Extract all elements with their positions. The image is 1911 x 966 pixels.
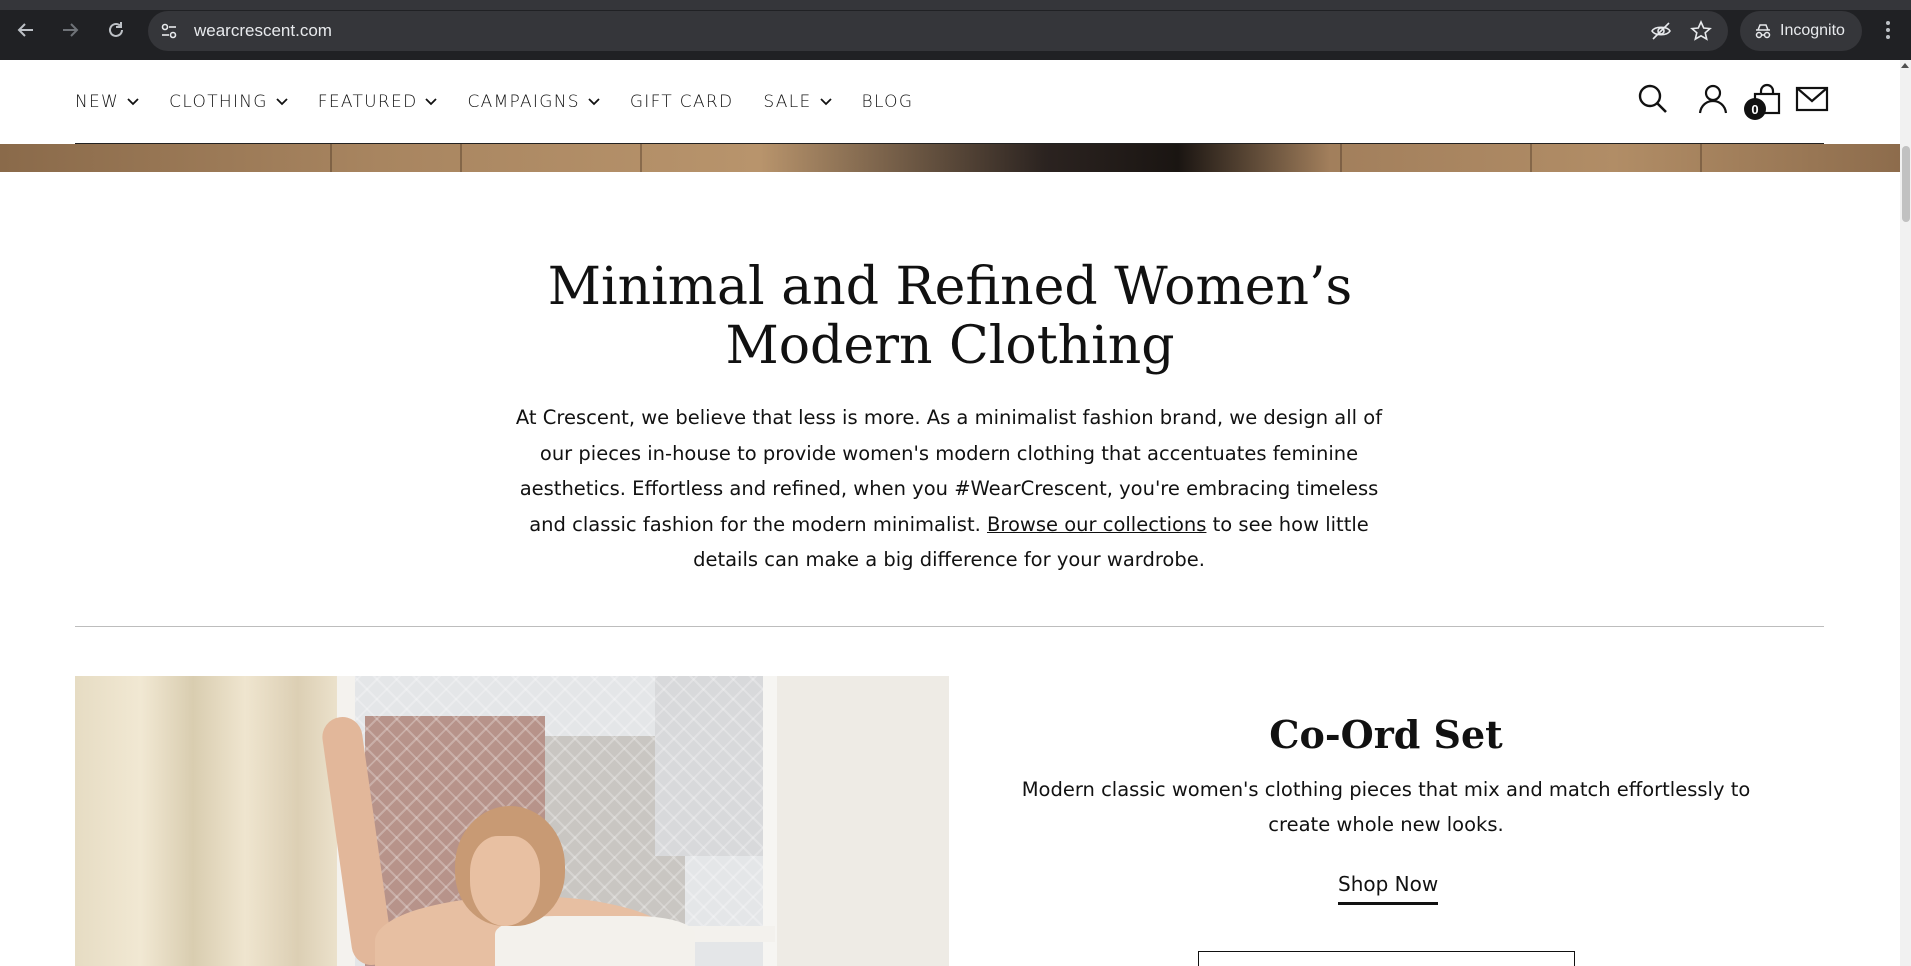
- reload-button[interactable]: [102, 16, 130, 44]
- shop-now-link[interactable]: Shop Now: [1338, 872, 1439, 905]
- nav-item-campaigns[interactable]: CAMPAIGNS: [467, 92, 600, 112]
- arrow-right-icon: [63, 23, 79, 37]
- url-text[interactable]: wearcrescent.com: [194, 21, 332, 41]
- incognito-label: Incognito: [1780, 22, 1845, 39]
- scroll-up-arrow-icon[interactable]: [1901, 63, 1909, 68]
- nav-item-label: CAMPAIGNS: [467, 92, 580, 112]
- nav-item-label: BLOG: [861, 92, 914, 112]
- hero-fold: [1340, 144, 1342, 172]
- reload-icon: [109, 22, 123, 37]
- forward-button[interactable]: [56, 16, 84, 44]
- photo-wall: [777, 676, 949, 966]
- page-title: Minimal and Refined Women’s Modern Cloth…: [450, 258, 1450, 376]
- search-button[interactable]: [1636, 82, 1670, 116]
- more-vert-icon: [1886, 21, 1890, 39]
- chevron-down-icon: [425, 98, 438, 106]
- mail-icon: [1795, 86, 1829, 112]
- nav-item-gift-card[interactable]: GIFT CARD: [630, 92, 734, 112]
- chevron-down-icon: [276, 98, 288, 106]
- nav-item-sale[interactable]: SALE: [763, 92, 832, 112]
- bookmark-star-icon[interactable]: [1690, 20, 1712, 42]
- nav-item-label: SALE: [763, 92, 812, 112]
- nav-item-label: FEATURED: [317, 92, 418, 112]
- title-line-2: Modern Clothing: [725, 316, 1175, 376]
- browser-toolbar: wearcrescent.com Incognito: [0, 0, 1911, 60]
- feature-description: Modern classic women's clothing pieces t…: [1021, 778, 1751, 836]
- feature-title: Co-Ord Set: [1269, 712, 1503, 757]
- co-ord-set-image[interactable]: [75, 676, 949, 966]
- chevron-down-icon: [588, 98, 600, 106]
- site-info-icon[interactable]: [158, 20, 180, 42]
- nav-item-label: GIFT CARD: [629, 92, 734, 112]
- hero-fold: [1700, 144, 1702, 172]
- nav-item-label: NEW: [75, 92, 120, 112]
- hero-image: [0, 144, 1900, 172]
- site-header: NEW CLOTHING FEATURED CAMPAIGNS GIFT CAR…: [0, 60, 1900, 144]
- back-button[interactable]: [12, 16, 40, 44]
- account-button[interactable]: [1696, 82, 1730, 116]
- photo-curtain: [75, 676, 337, 966]
- hero-fold: [1530, 144, 1532, 172]
- photo-mullion: [763, 676, 777, 966]
- intro-paragraph: At Crescent, we believe that less is mor…: [500, 400, 1398, 578]
- nav-item-label: CLOTHING: [169, 92, 268, 112]
- cart-count-badge: 0: [1744, 98, 1766, 120]
- nav-item-blog[interactable]: BLOG: [862, 92, 914, 112]
- nav-item-new[interactable]: NEW: [75, 92, 139, 112]
- chevron-down-icon: [819, 98, 832, 106]
- eye-off-icon[interactable]: [1650, 20, 1672, 42]
- nav-item-clothing[interactable]: CLOTHING: [169, 92, 288, 112]
- browse-collections-link[interactable]: Browse our collections: [987, 513, 1206, 536]
- address-bar[interactable]: wearcrescent.com: [148, 11, 1728, 51]
- search-icon: [1638, 84, 1667, 113]
- newsletter-button[interactable]: [1795, 82, 1829, 116]
- section-divider: [75, 626, 1824, 627]
- hero-fold: [640, 144, 642, 172]
- nav-item-featured[interactable]: FEATURED: [318, 92, 438, 112]
- photo-model-face: [470, 836, 540, 926]
- hero-fold: [330, 144, 332, 172]
- incognito-icon: [1755, 24, 1771, 39]
- account-icon: [1698, 84, 1728, 114]
- incognito-indicator[interactable]: Incognito: [1740, 11, 1862, 51]
- cart-button[interactable]: 0: [1744, 82, 1784, 120]
- browser-menu-button[interactable]: [1878, 16, 1898, 44]
- tab-strip: [0, 0, 1911, 10]
- chevron-down-icon: [127, 98, 139, 106]
- title-line-1: Minimal and Refined Women’s: [547, 257, 1353, 317]
- scrollbar-thumb[interactable]: [1902, 146, 1910, 222]
- outline-button[interactable]: [1198, 951, 1575, 966]
- hero-fold: [460, 144, 462, 172]
- main-nav: NEW CLOTHING FEATURED CAMPAIGNS GIFT CAR…: [75, 92, 943, 112]
- arrow-left-icon: [17, 23, 33, 37]
